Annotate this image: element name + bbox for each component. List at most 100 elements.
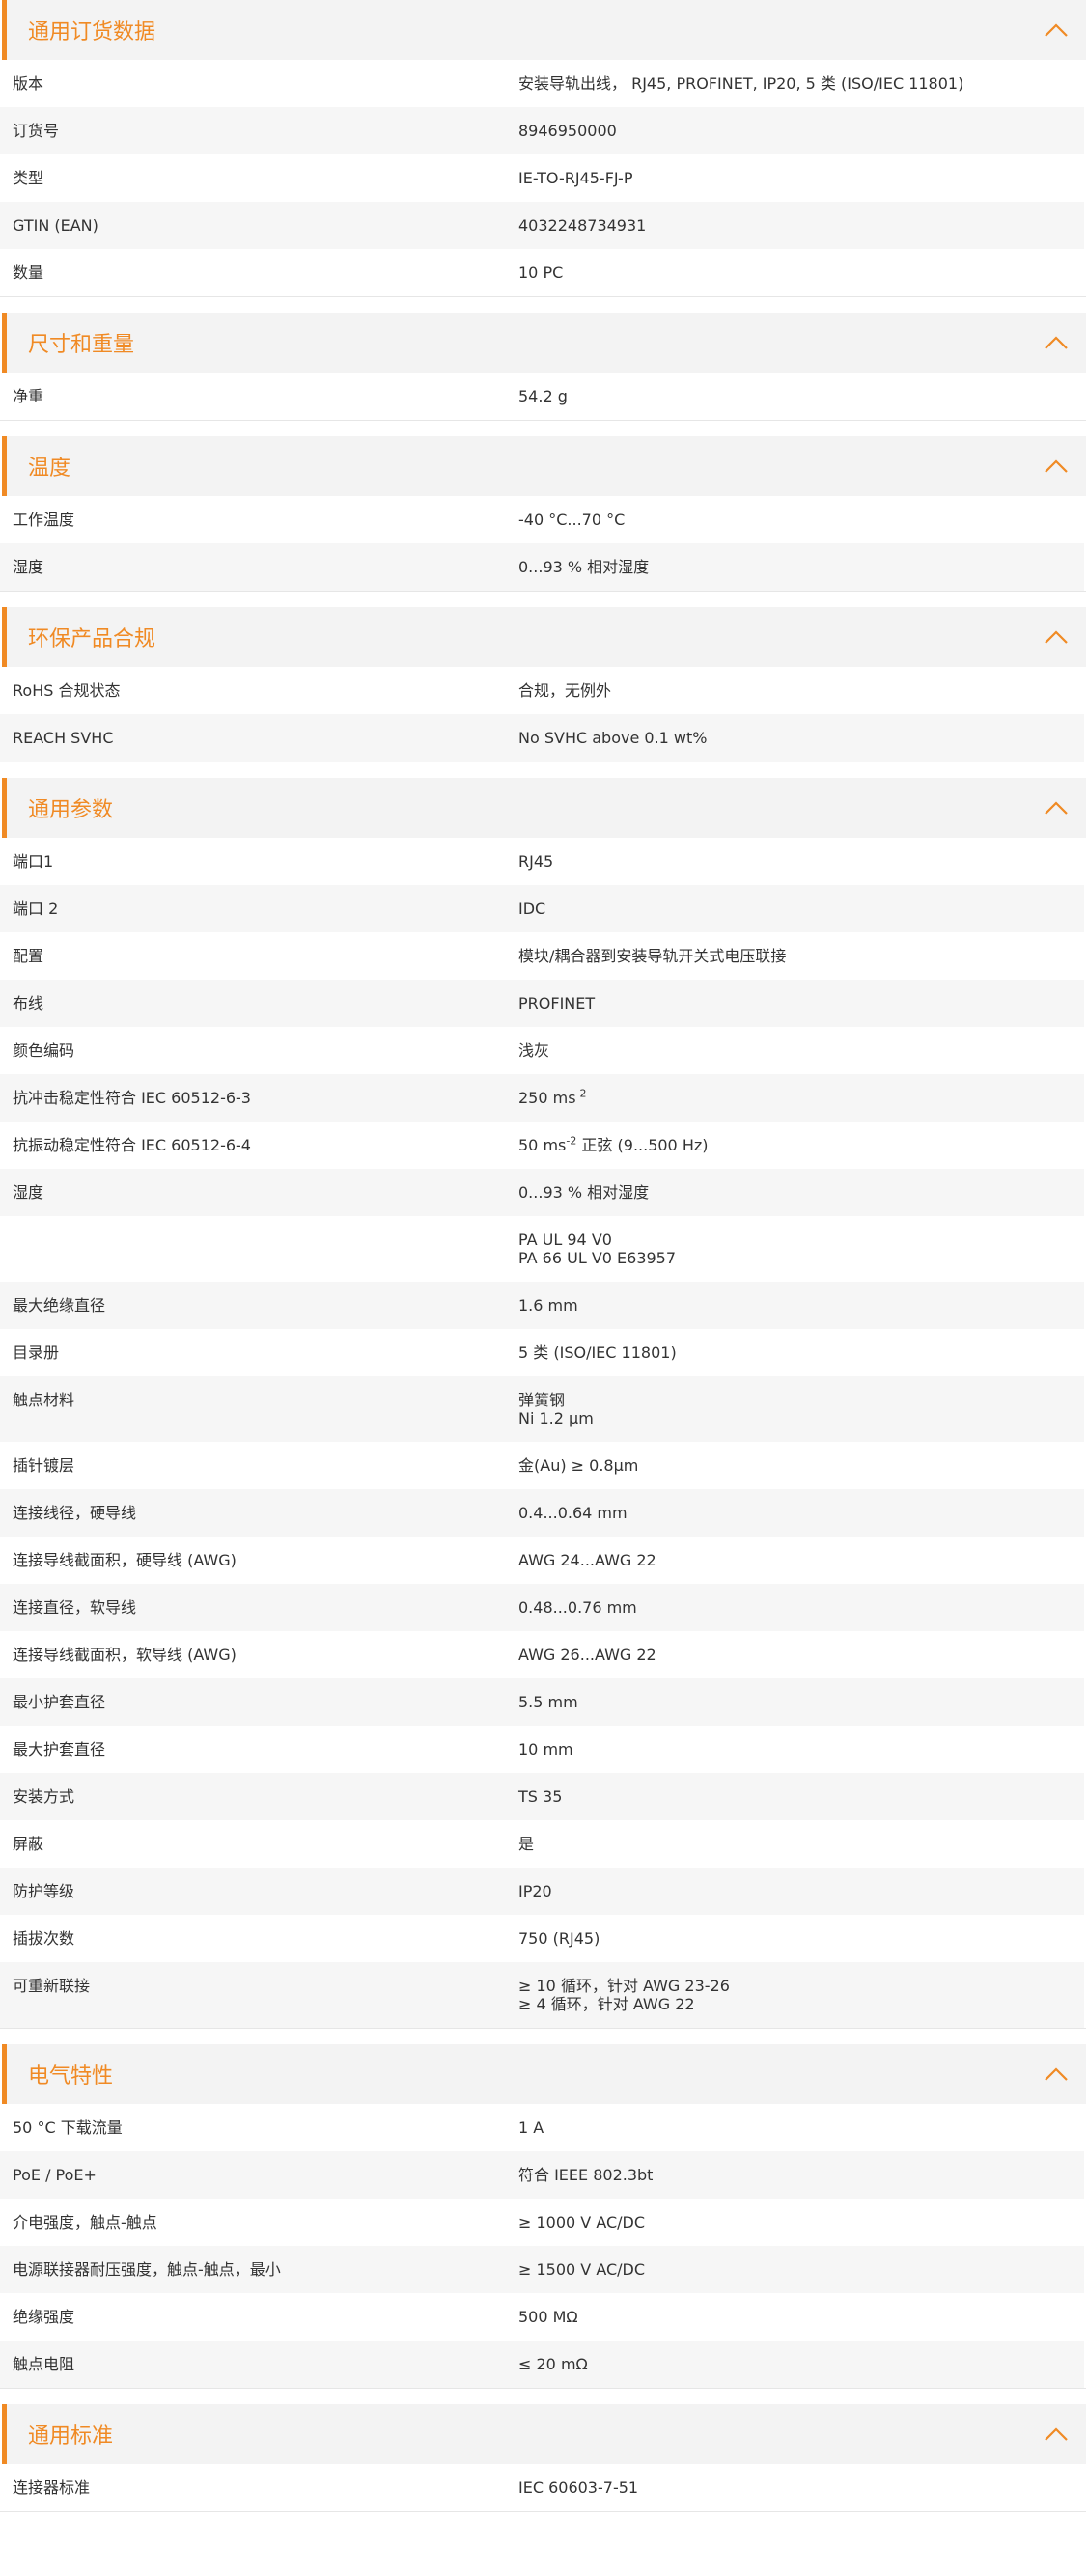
spec-value: 750 (RJ45) xyxy=(518,1929,1084,1948)
spec-value-text: -40 °C...70 °C xyxy=(518,511,626,529)
spec-label: 防护等级 xyxy=(13,1882,75,1900)
spec-label: 最大护套直径 xyxy=(13,1740,106,1759)
chevron-up-icon[interactable] xyxy=(1044,2422,1069,2447)
spec-value-line: 750 (RJ45) xyxy=(518,1929,1074,1948)
spec-value-text: AWG 24...AWG 22 xyxy=(518,1551,656,1569)
section-header[interactable]: 通用标准 xyxy=(2,2404,1086,2464)
section-header[interactable]: 通用订货数据 xyxy=(2,0,1086,60)
section-title: 温度 xyxy=(28,457,71,481)
spec-label: 最大绝缘直径 xyxy=(13,1296,106,1315)
spec-value: 5 类 (ISO/IEC 11801) xyxy=(518,1343,1084,1362)
section-header[interactable]: 尺寸和重量 xyxy=(2,313,1086,373)
spec-row: 可重新联接 ≥ 10 循环，针对 AWG 23-26 ≥ 4 循环，针对 AWG 2… xyxy=(0,1962,1084,2028)
section-header[interactable]: 通用参数 xyxy=(2,778,1086,838)
chevron-up-icon[interactable] xyxy=(1044,795,1069,820)
spec-label: 连接直径，软导线 xyxy=(13,1598,137,1617)
spec-rows: 50 °C 下载流量 1 A PoE / PoE+ 符合 IEEE 802.3bt 介电… xyxy=(0,2104,1086,2389)
spec-row: 介电强度，触点-触点 ≥ 1000 V AC/DC xyxy=(0,2199,1084,2246)
spec-value-line: IEC 60603-7-51 xyxy=(518,2479,1074,2497)
spec-value-text: 0.4...0.64 mm xyxy=(518,1504,628,1522)
spec-value-text: TS 35 xyxy=(518,1787,563,1806)
spec-row: PoE / PoE+ 符合 IEEE 802.3bt xyxy=(0,2151,1084,2199)
chevron-up-icon[interactable] xyxy=(1044,454,1069,479)
spec-label: 工作温度 xyxy=(13,511,75,529)
spec-label: 目录册 xyxy=(13,1343,60,1362)
spec-label: 最小护套直径 xyxy=(13,1693,106,1711)
spec-row: 湿度 0...93 % 相对湿度 xyxy=(0,1169,1084,1216)
spec-value: 1.6 mm xyxy=(518,1296,1084,1315)
spec-value: 250 ms-2 xyxy=(518,1089,1084,1107)
spec-value-line: ≥ 10 循环，针对 AWG 23-26 xyxy=(518,1977,1074,1995)
spec-row: 最小护套直径 5.5 mm xyxy=(0,1678,1084,1726)
section-header[interactable]: 电气特性 xyxy=(2,2044,1086,2104)
chevron-up-icon[interactable] xyxy=(1044,330,1069,355)
spec-row: 连接导线截面积，软导线 (AWG) AWG 26...AWG 22 xyxy=(0,1631,1084,1678)
spec-label: 50 °C 下载流量 xyxy=(13,2119,123,2137)
spec-value: 弹簧钢 Ni 1.2 µm xyxy=(518,1391,1084,1427)
spec-value-text: 750 (RJ45) xyxy=(518,1929,600,1948)
spec-value-line: 0...93 % 相对湿度 xyxy=(518,1183,1074,1202)
spec-value-line: ≥ 1000 V AC/DC xyxy=(518,2213,1074,2231)
spec-value-line: 是 xyxy=(518,1835,1074,1853)
spec-row: 布线 PROFINET xyxy=(0,980,1084,1027)
spec-value-text: 合规，无例外 xyxy=(518,681,612,700)
spec-value-superscript: -2 xyxy=(566,1134,577,1148)
section-title: 环保产品合规 xyxy=(28,627,156,651)
spec-value-text: ≥ 1500 V AC/DC xyxy=(518,2260,646,2279)
chevron-up-icon[interactable] xyxy=(1044,2062,1069,2087)
spec-row: 插针镀层 金(Au) ≥ 0.8µm xyxy=(0,1442,1084,1489)
section-title: 通用参数 xyxy=(28,798,114,822)
spec-row: 屏蔽 是 xyxy=(0,1820,1084,1868)
chevron-up-icon[interactable] xyxy=(1044,624,1069,650)
spec-value: RJ45 xyxy=(518,852,1084,871)
section-header[interactable]: 温度 xyxy=(2,436,1086,496)
spec-value: ≥ 10 循环，针对 AWG 23-26 ≥ 4 循环，针对 AWG 22 xyxy=(518,1977,1084,2013)
spec-value: 10 mm xyxy=(518,1740,1084,1759)
spec-label: PoE / PoE+ xyxy=(13,2166,97,2184)
spec-value-text: 0.48...0.76 mm xyxy=(518,1598,637,1617)
spec-value-text: 5 类 (ISO/IEC 11801) xyxy=(518,1343,677,1362)
spec-value-text: PA UL 94 V0 xyxy=(518,1231,612,1249)
spec-row: 防护等级 IP20 xyxy=(0,1868,1084,1915)
spec-value-text: 50 ms xyxy=(518,1136,567,1154)
spec-value-text: 10 PC xyxy=(518,263,564,282)
spec-value-text: 8946950000 xyxy=(518,122,617,140)
spec-value-line: 0...93 % 相对湿度 xyxy=(518,558,1074,576)
spec-value-text: IEC 60603-7-51 xyxy=(518,2479,639,2497)
spec-value-text: 4032248734931 xyxy=(518,216,647,235)
spec-value-line: ≥ 1500 V AC/DC xyxy=(518,2260,1074,2279)
spec-value: No SVHC above 0.1 wt% xyxy=(518,729,1084,747)
spec-label: 连接线径，硬导线 xyxy=(13,1504,137,1522)
spec-section: 环保产品合规 RoHS 合规状态 合规，无例外 REACH SVHC No SVHC a… xyxy=(0,607,1088,762)
section-title: 通用订货数据 xyxy=(28,20,156,44)
spec-value-text: 0...93 % 相对湿度 xyxy=(518,558,650,576)
spec-row: 连接导线截面积，硬导线 (AWG) AWG 24...AWG 22 xyxy=(0,1537,1084,1584)
spec-label: RoHS 合规状态 xyxy=(13,681,121,700)
spec-value-text: 金(Au) ≥ 0.8µm xyxy=(518,1456,639,1475)
spec-value: 10 PC xyxy=(518,263,1084,282)
spec-value: 8946950000 xyxy=(518,122,1084,140)
spec-value: 0...93 % 相对湿度 xyxy=(518,558,1084,576)
spec-value-text: ≥ 1000 V AC/DC xyxy=(518,2213,646,2231)
spec-rows: 端口1 RJ45 端口 2 IDC 配置 模块/耦合器到安装导轨开关式电压联接 布线 PROF… xyxy=(0,838,1086,2029)
spec-value: -40 °C...70 °C xyxy=(518,511,1084,529)
spec-value-line: IDC xyxy=(518,900,1074,918)
chevron-up-icon[interactable] xyxy=(1044,17,1069,42)
spec-row: 目录册 5 类 (ISO/IEC 11801) xyxy=(0,1329,1084,1376)
section-title: 电气特性 xyxy=(28,2064,114,2089)
spec-label: 抗振动稳定性符合 IEC 60512-6-4 xyxy=(13,1136,251,1154)
spec-row: 类型 IE-TO-RJ45-FJ-P xyxy=(0,154,1084,202)
spec-value: 54.2 g xyxy=(518,387,1084,405)
spec-value: 500 MΩ xyxy=(518,2308,1084,2326)
section-header[interactable]: 环保产品合规 xyxy=(2,607,1086,667)
spec-value-line: 8946950000 xyxy=(518,122,1074,140)
spec-row: RoHS 合规状态 合规，无例外 xyxy=(0,667,1084,714)
spec-rows: 连接器标准 IEC 60603-7-51 xyxy=(0,2464,1086,2512)
spec-label: 绝缘强度 xyxy=(13,2308,75,2326)
spec-value-line: AWG 26...AWG 22 xyxy=(518,1646,1074,1664)
section-title: 通用标准 xyxy=(28,2424,114,2449)
spec-value: PA UL 94 V0 PA 66 UL V0 E63957 xyxy=(518,1231,1084,1267)
spec-value-text: 0...93 % 相对湿度 xyxy=(518,1183,650,1202)
spec-label: 连接器标准 xyxy=(13,2479,91,2497)
spec-value: 金(Au) ≥ 0.8µm xyxy=(518,1456,1084,1475)
